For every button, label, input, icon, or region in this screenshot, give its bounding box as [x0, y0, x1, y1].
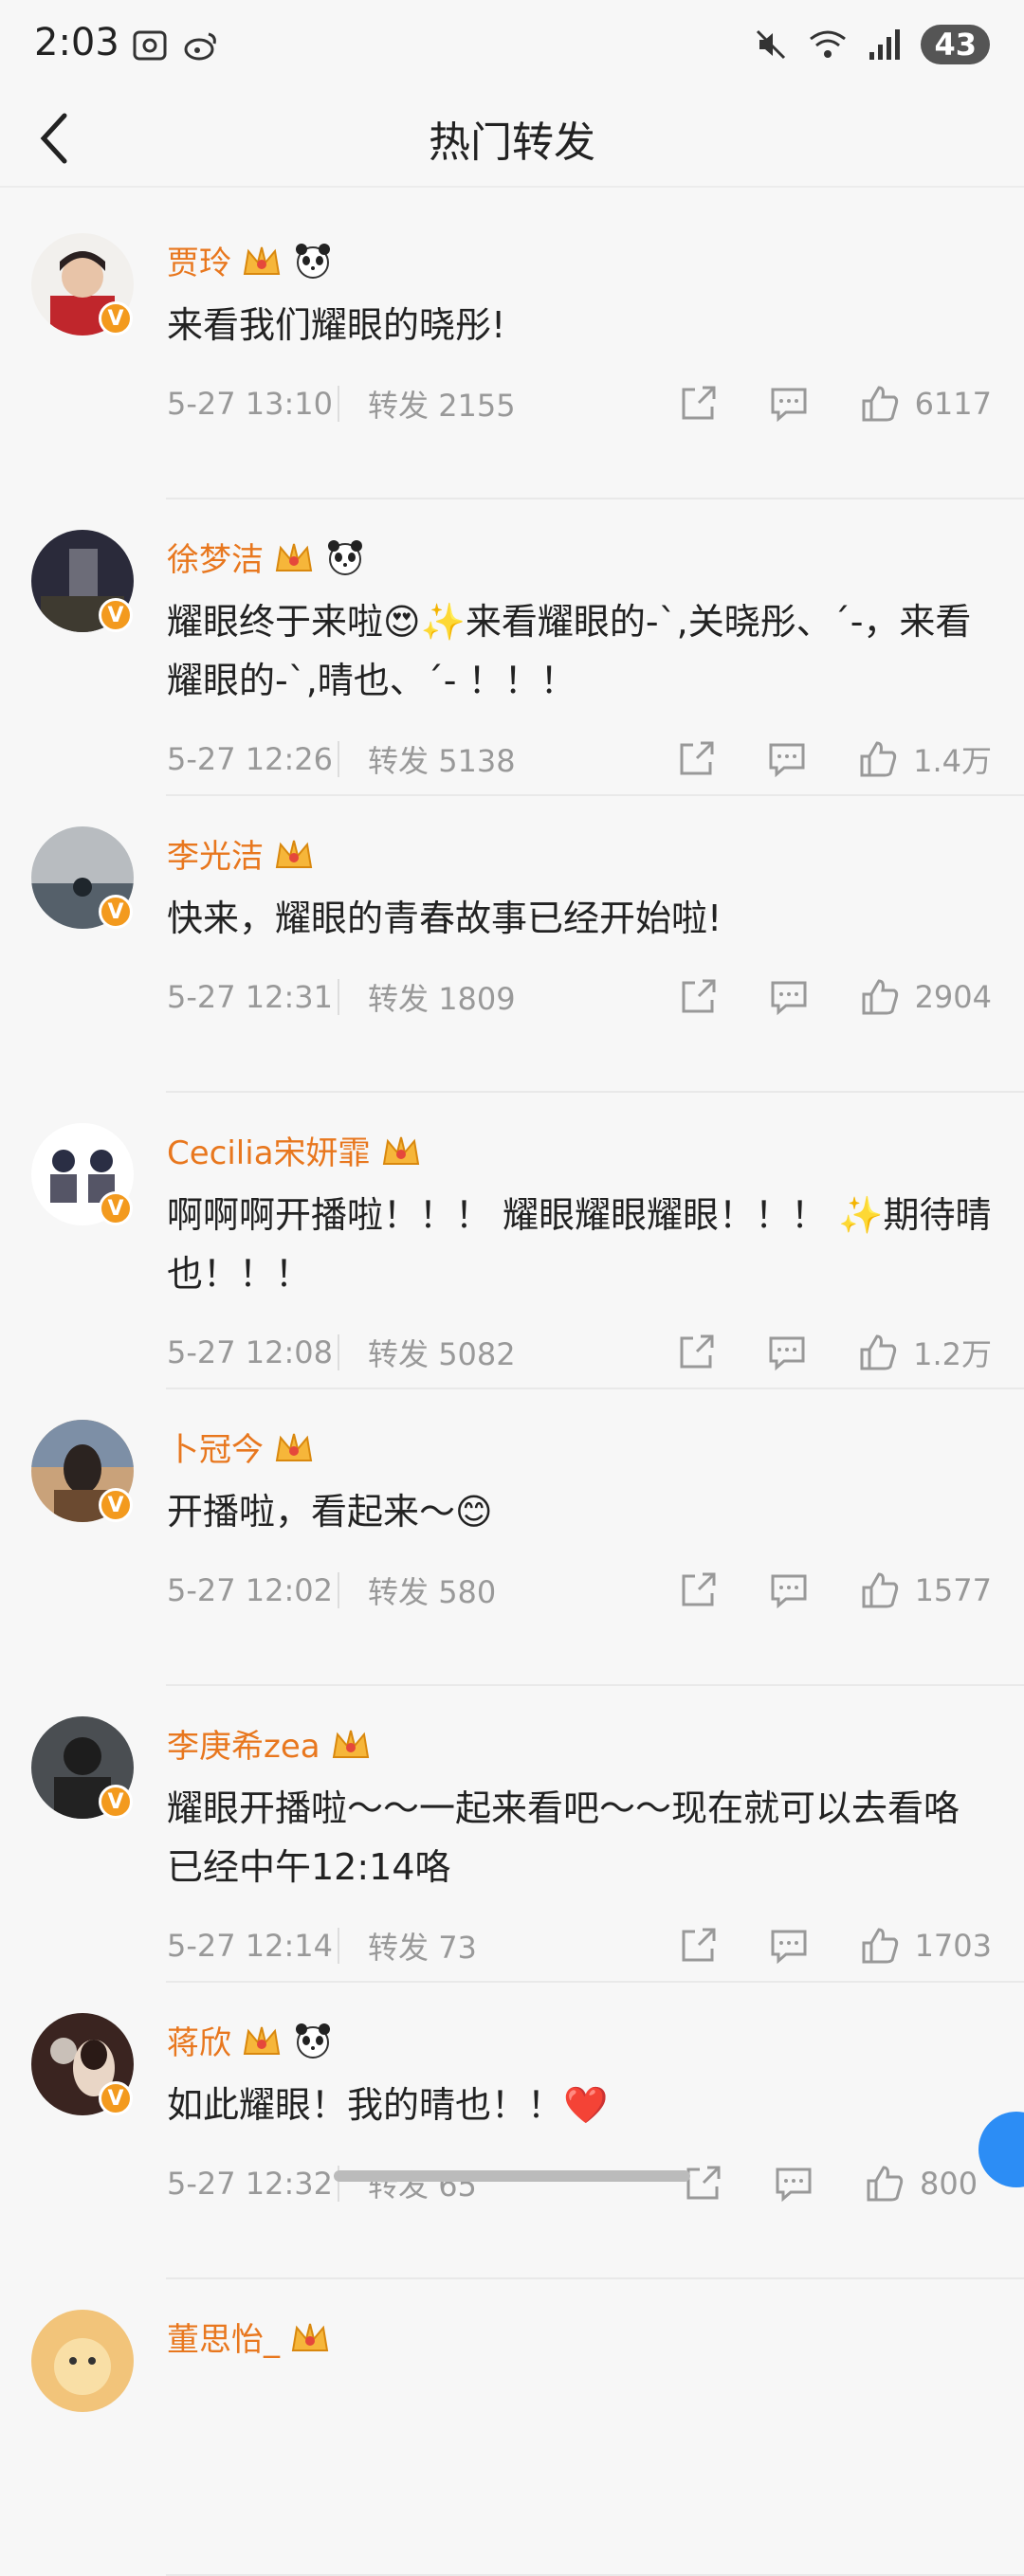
like-count: 1577	[914, 1572, 992, 1608]
repost-count: 转发 1809	[368, 981, 516, 1017]
like-count: 800	[920, 2166, 978, 2202]
user-name[interactable]: 卜冠今	[167, 1424, 264, 1470]
crown-badge-icon	[275, 840, 313, 868]
post-time: 5-27 12:14	[167, 1928, 334, 1964]
share-icon[interactable]	[676, 1924, 720, 1968]
signal-icon	[869, 29, 901, 60]
like-count: 1703	[914, 1928, 992, 1964]
wifi-icon	[810, 30, 847, 58]
crown-badge-icon	[243, 2026, 281, 2055]
post-content: 开播啦，看起来～😊	[167, 1491, 493, 1533]
share-icon[interactable]	[681, 2162, 724, 2205]
user-name[interactable]: 李光洁	[167, 830, 264, 877]
like-icon[interactable]	[858, 1924, 902, 1968]
repost-count: 转发 580	[368, 1574, 497, 1610]
status-bar: 2:03 43	[0, 0, 1024, 91]
repost-count: 转发 2155	[368, 388, 516, 424]
user-name[interactable]: 贾玲	[167, 237, 231, 283]
share-icon[interactable]	[676, 1569, 720, 1612]
like-icon[interactable]	[858, 975, 902, 1019]
list-item: V Cecilia宋妍霏 啊啊啊开播啦！！！ 耀眼耀眼耀眼！！！ ✨期待晴也！！…	[0, 1093, 1024, 1389]
post-time: 5-27 12:08	[167, 1334, 334, 1370]
like-icon[interactable]	[856, 737, 900, 781]
panda-badge-icon	[328, 539, 362, 575]
like-count: 1.4万	[913, 743, 992, 779]
like-icon[interactable]	[858, 382, 902, 426]
like-count: 6117	[914, 386, 992, 422]
verified-badge-icon: V	[99, 1785, 133, 1819]
repost-count: 转发 5082	[368, 1336, 516, 1372]
screenshot-icon	[133, 30, 167, 61]
comment-icon[interactable]	[765, 1331, 809, 1374]
comment-icon[interactable]	[767, 1569, 811, 1612]
page-title: 热门转发	[429, 118, 595, 167]
repost-count: 转发 73	[368, 1930, 477, 1966]
verified-badge-icon: V	[99, 1191, 133, 1225]
like-icon[interactable]	[856, 1331, 900, 1374]
post-time: 5-27 13:10	[167, 386, 334, 422]
list-item: V 李光洁 快来，耀眼的青春故事已经开始啦! 5-27 12:31 转发 180…	[0, 796, 1024, 1093]
list-item: 董思怡_	[0, 2279, 1024, 2576]
verified-badge-icon: V	[99, 1488, 133, 1522]
share-icon[interactable]	[674, 1331, 718, 1374]
avatar[interactable]	[31, 2310, 134, 2412]
crown-badge-icon	[275, 1433, 313, 1461]
comment-icon[interactable]	[767, 1924, 811, 1968]
share-icon[interactable]	[676, 975, 720, 1019]
panda-badge-icon	[296, 243, 330, 279]
repost-count: 转发 65	[368, 2168, 477, 2204]
verified-badge-icon: V	[99, 598, 133, 632]
like-count: 2904	[914, 979, 992, 1015]
crown-badge-icon	[291, 2323, 329, 2351]
post-time: 5-27 12:32	[167, 2166, 334, 2202]
verified-badge-icon: V	[99, 895, 133, 929]
list-item: V 蒋欣 如此耀眼！我的晴也！！❤️ 5-27 12:32 转发 65 800	[0, 1983, 1024, 2279]
user-name[interactable]: Cecilia宋妍霏	[167, 1127, 371, 1173]
verified-badge-icon: V	[99, 2081, 133, 2115]
divider	[0, 186, 1024, 188]
post-time: 5-27 12:02	[167, 1572, 334, 1608]
list-item: V 徐梦洁 耀眼终于来啦😍✨来看耀眼的-`,关晓彤、´-，来看耀眼的-`,晴也、…	[0, 499, 1024, 796]
like-icon[interactable]	[858, 1569, 902, 1612]
status-time: 2:03	[34, 21, 119, 64]
share-icon[interactable]	[676, 382, 720, 426]
home-indicator[interactable]	[334, 2170, 690, 2182]
crown-badge-icon	[382, 1136, 419, 1165]
post-content: 耀眼开播啦～～一起来看吧～～现在就可以去看咯 已经中午12:14咯	[167, 1787, 960, 1888]
list-item: V 李庚希zea 耀眼开播啦～～一起来看吧～～现在就可以去看咯 已经中午12:1…	[0, 1686, 1024, 1983]
weibo-icon	[184, 32, 216, 61]
battery-indicator: 43	[921, 25, 990, 64]
post-time: 5-27 12:31	[167, 979, 334, 1015]
crown-badge-icon	[332, 1730, 369, 1758]
repost-count: 转发 5138	[368, 743, 516, 779]
like-count: 1.2万	[913, 1336, 992, 1372]
post-content: 耀眼终于来啦😍✨来看耀眼的-`,关晓彤、´-，来看耀眼的-`,晴也、´- ！！！	[167, 601, 972, 701]
like-icon[interactable]	[863, 2162, 906, 2205]
user-name[interactable]: 董思怡_	[167, 2313, 280, 2360]
post-content: 啊啊啊开播啦！！！ 耀眼耀眼耀眼！！！ ✨期待晴也！！！	[167, 1194, 992, 1295]
top-nav: 热门转发	[0, 91, 1024, 186]
comment-icon[interactable]	[765, 737, 809, 781]
share-icon[interactable]	[674, 737, 718, 781]
crown-badge-icon	[243, 246, 281, 275]
crown-badge-icon	[275, 543, 313, 571]
comment-icon[interactable]	[772, 2162, 815, 2205]
comment-icon[interactable]	[767, 975, 811, 1019]
panda-badge-icon	[296, 2023, 330, 2059]
comment-icon[interactable]	[767, 382, 811, 426]
post-time: 5-27 12:26	[167, 741, 334, 777]
list-item: V 卜冠今 开播啦，看起来～😊 5-27 12:02 转发 580 1577	[0, 1389, 1024, 1686]
list-item: V 贾玲 来看我们耀眼的晓彤! 5-27 13:10 转发 2155 6117	[0, 203, 1024, 499]
post-content: 快来，耀眼的青春故事已经开始啦!	[167, 898, 722, 939]
repost-list: V 贾玲 来看我们耀眼的晓彤! 5-27 13:10 转发 2155 6117 …	[0, 203, 1024, 2576]
post-content: 如此耀眼！我的晴也！！❤️	[167, 2084, 609, 2126]
post-content: 来看我们耀眼的晓彤!	[167, 304, 506, 346]
user-name[interactable]: 李庚希zea	[167, 1720, 320, 1767]
verified-badge-icon: V	[99, 301, 133, 336]
user-name[interactable]: 徐梦洁	[167, 534, 264, 580]
mute-icon	[757, 29, 786, 60]
user-name[interactable]: 蒋欣	[167, 2017, 231, 2063]
